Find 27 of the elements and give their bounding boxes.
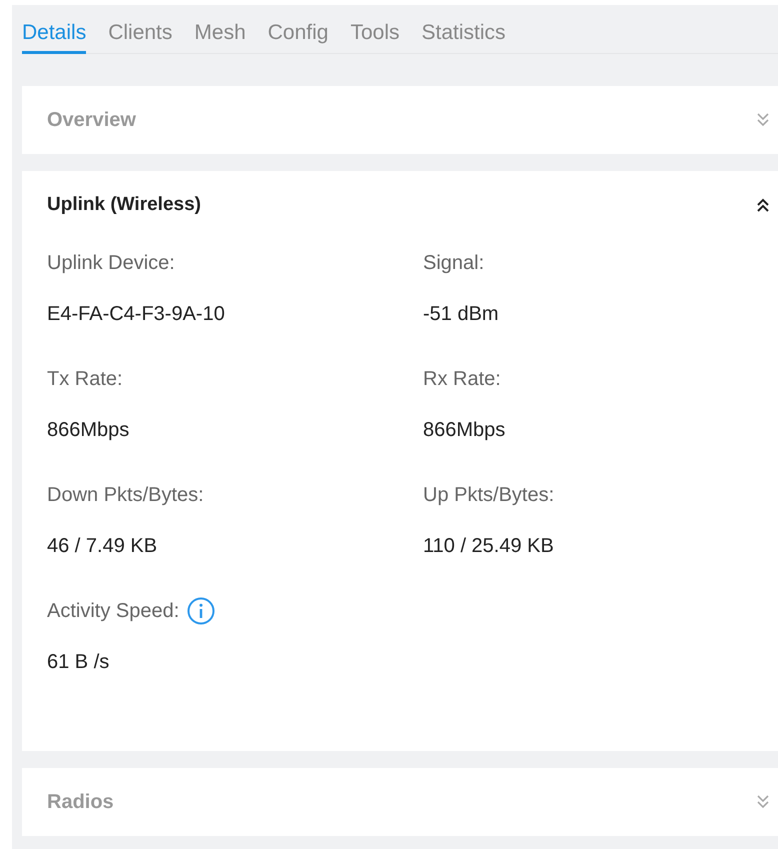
tab[interactable]: Config <box>268 23 328 54</box>
tab[interactable]: Clients <box>108 23 172 54</box>
field-label: Tx Rate: <box>47 367 123 392</box>
field-label: Uplink Device: <box>47 251 175 276</box>
collapse-chevron-icon[interactable] <box>756 196 770 214</box>
expand-chevron-icon[interactable] <box>756 793 770 811</box>
field-value: 61 B /s <box>47 650 110 675</box>
field-value: 866Mbps <box>47 418 130 443</box>
field-label: Up Pkts/Bytes: <box>423 483 554 508</box>
field-label: Rx Rate: <box>423 367 501 392</box>
field-label: Signal: <box>423 251 484 276</box>
section-title: Radios <box>47 790 114 815</box>
field-label: Activity Speed: <box>47 599 180 624</box>
field-value: 866Mbps <box>423 418 506 443</box>
tab[interactable]: Tools <box>350 23 400 54</box>
section-title: Uplink (Wireless) <box>47 192 201 217</box>
tab[interactable]: Mesh <box>194 23 246 54</box>
expand-chevron-icon[interactable] <box>756 111 770 129</box>
field-label: Down Pkts/Bytes: <box>47 483 204 508</box>
field-value: E4-FA-C4-F3-9A-10 <box>47 302 226 327</box>
tab[interactable]: Details <box>22 23 86 54</box>
section-title: Overview <box>47 108 136 133</box>
info-icon[interactable] <box>187 597 216 625</box>
field-value: 46 / 7.49 KB <box>47 534 158 559</box>
field-value: -51 dBm <box>423 302 500 327</box>
tab[interactable]: Statistics <box>422 23 506 54</box>
field-value: 110 / 25.49 KB <box>423 534 555 559</box>
